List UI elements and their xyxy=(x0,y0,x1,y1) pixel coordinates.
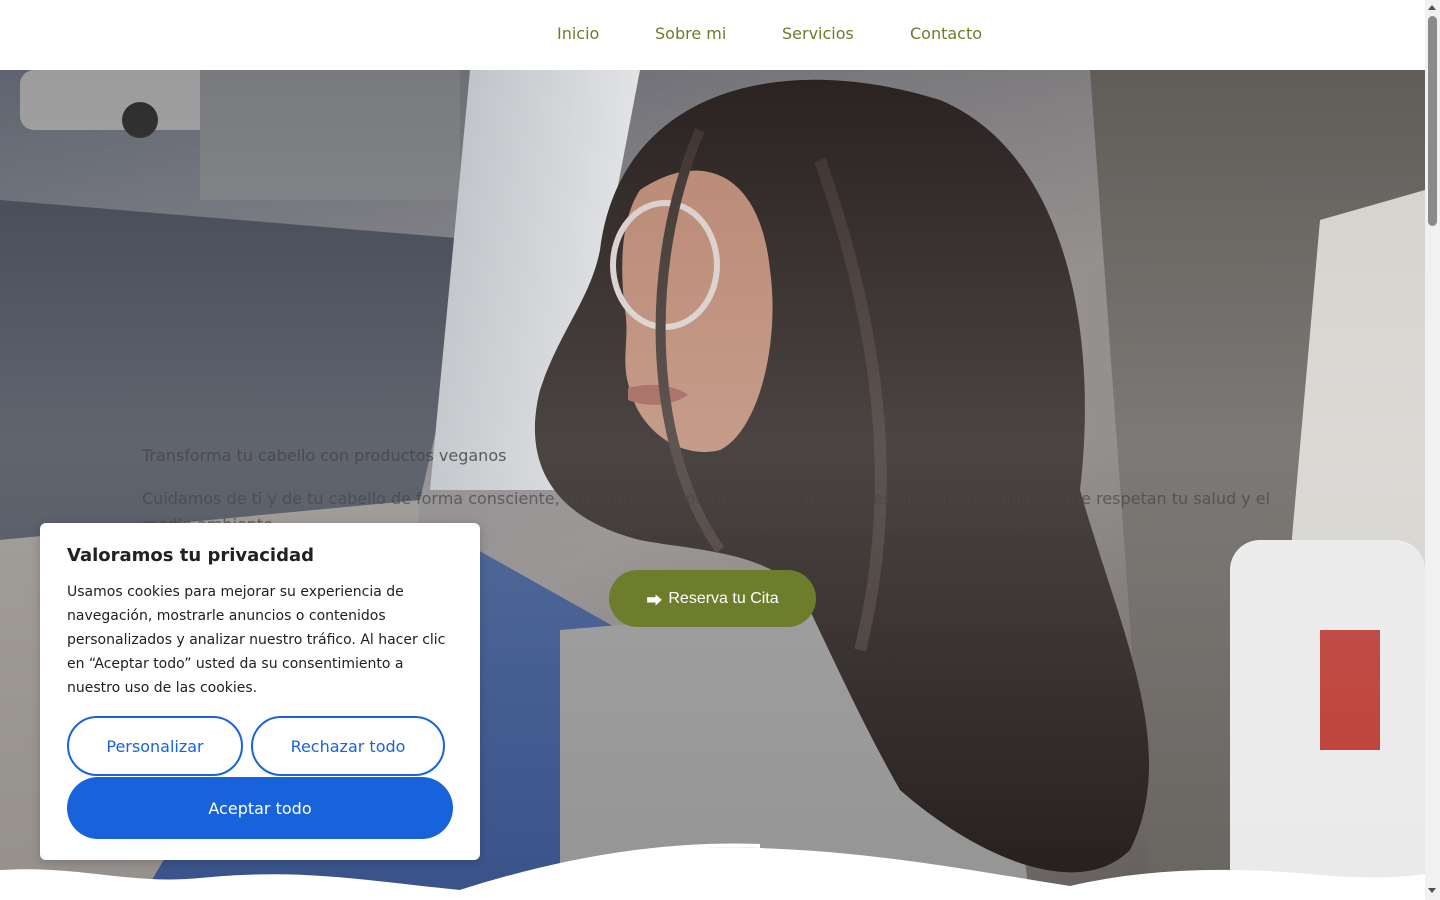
top-navigation: Inicio Sobre mi Servicios Contacto xyxy=(0,0,1425,70)
vertical-scrollbar[interactable] xyxy=(1425,0,1440,900)
reject-all-button[interactable]: Rechazar todo xyxy=(251,716,445,776)
nav-link-sobre-mi[interactable]: Sobre mi xyxy=(655,24,726,43)
scroll-down-arrow-icon[interactable] xyxy=(1428,888,1436,893)
book-appointment-label: Reserva tu Cita xyxy=(668,589,779,607)
nav-link-inicio[interactable]: Inicio xyxy=(557,24,599,43)
hero-eyebrow: Centro de Estilismo xyxy=(142,410,288,428)
hero-headline: Transforma tu cabello con productos vega… xyxy=(142,446,507,465)
nav-link-servicios[interactable]: Servicios xyxy=(782,24,854,43)
cookie-title: Valoramos tu privacidad xyxy=(67,545,315,566)
scroll-up-arrow-icon[interactable] xyxy=(1428,5,1436,10)
arrow-right-icon: ⮕ xyxy=(646,592,663,610)
cookie-description: Usamos cookies para mejorar su experienc… xyxy=(67,584,446,696)
customize-button[interactable]: Personalizar xyxy=(67,716,243,776)
cookie-consent-dialog: Valoramos tu privacidad Usamos cookies p… xyxy=(40,523,480,860)
book-appointment-button[interactable]: ⮕ Reserva tu Cita xyxy=(609,570,816,627)
accept-all-button[interactable]: Aceptar todo xyxy=(67,777,453,839)
scrollbar-thumb[interactable] xyxy=(1428,16,1437,226)
nav-link-contacto[interactable]: Contacto xyxy=(910,24,982,43)
